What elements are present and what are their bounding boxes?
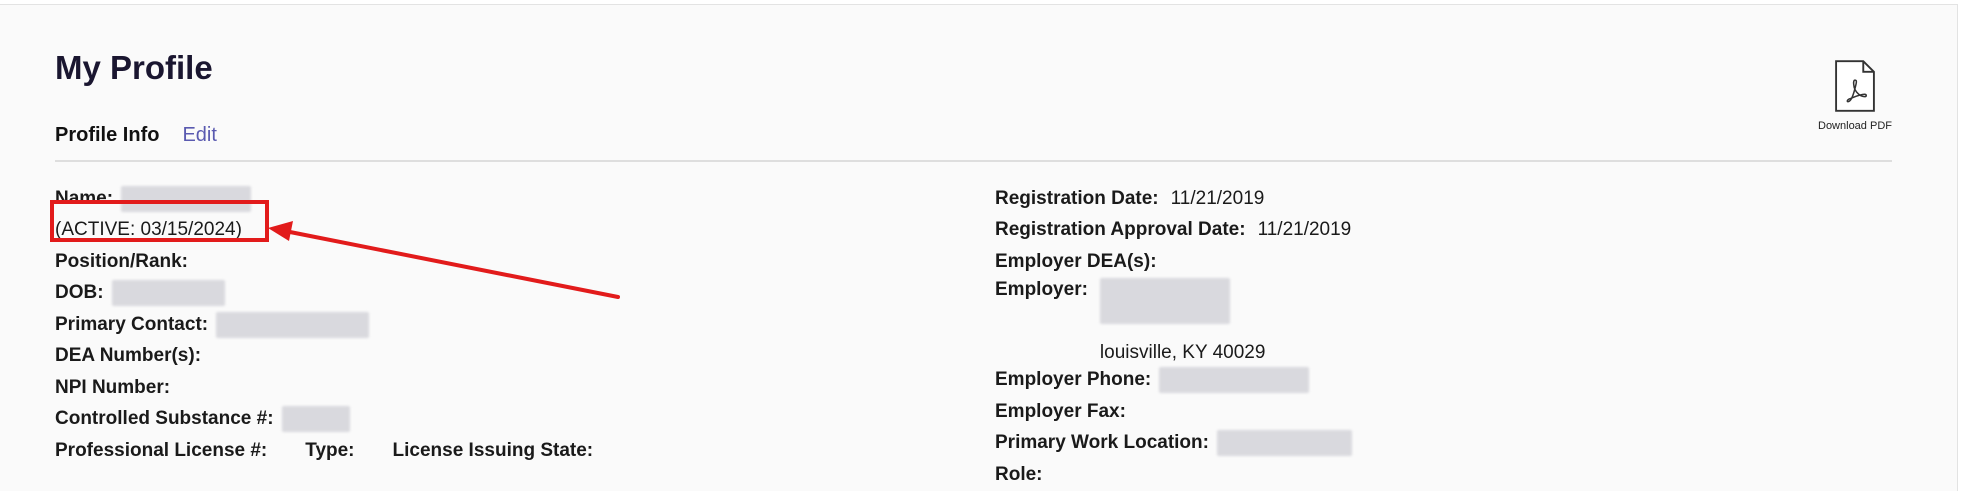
controlled-substance-label: Controlled Substance #: — [55, 408, 274, 430]
registration-date-value: 11/21/2019 — [1170, 187, 1265, 209]
annotation-highlight-box — [50, 200, 269, 242]
controlled-substance-redacted — [281, 406, 350, 433]
position-row: Position/Rank: — [55, 246, 593, 278]
approval-date-label: Registration Approval Date: — [995, 219, 1246, 241]
employer-dea-row: Employer DEA(s): — [995, 246, 1352, 278]
divider — [55, 160, 1892, 162]
primary-work-label: Primary Work Location: — [995, 432, 1209, 454]
dea-label: DEA Number(s): — [55, 345, 202, 367]
position-label: Position/Rank: — [55, 250, 189, 272]
primary-work-redacted — [1216, 430, 1352, 457]
download-pdf-button[interactable]: Download PDF — [1805, 60, 1905, 132]
edit-link[interactable]: Edit — [182, 124, 216, 147]
dob-row: DOB: — [55, 278, 593, 310]
employer-dea-label: Employer DEA(s): — [995, 250, 1157, 272]
primary-work-row: Primary Work Location: — [995, 428, 1352, 460]
license-row: Professional License #: Type: License Is… — [55, 435, 593, 467]
primary-contact-redacted — [216, 311, 370, 338]
role-row: Role: — [995, 459, 1352, 491]
right-column: Registration Date: 11/21/2019 Registrati… — [995, 183, 1352, 491]
issuing-state-label: License Issuing State: — [392, 439, 594, 461]
employer-row: Employer: louisville, KY 40029 — [995, 277, 1352, 365]
approval-date-row: Registration Approval Date: 11/21/2019 — [995, 215, 1352, 247]
employer-city: louisville, KY 40029 — [1099, 341, 1266, 363]
license-type-label: Type: — [305, 439, 355, 461]
employer-label: Employer: — [995, 278, 1088, 300]
page-title: My Profile — [55, 49, 213, 86]
controlled-substance-row: Controlled Substance #: — [55, 404, 593, 436]
approval-date-value: 11/21/2019 — [1257, 219, 1352, 241]
primary-contact-row: Primary Contact: — [55, 309, 593, 341]
employer-fax-row: Employer Fax: — [995, 396, 1352, 428]
license-label: Professional License #: — [55, 439, 268, 461]
npi-label: NPI Number: — [55, 376, 171, 398]
employer-fax-label: Employer Fax: — [995, 400, 1126, 422]
employer-phone-redacted — [1159, 367, 1310, 394]
employer-value: louisville, KY 40029 — [1099, 277, 1266, 365]
dob-label: DOB: — [55, 282, 104, 304]
pdf-file-icon — [1835, 60, 1875, 112]
dea-row: DEA Number(s): — [55, 341, 593, 373]
role-label: Role: — [995, 463, 1043, 485]
employer-phone-row: Employer Phone: — [995, 365, 1352, 397]
primary-contact-label: Primary Contact: — [55, 313, 209, 335]
npi-row: NPI Number: — [55, 372, 593, 404]
dob-value-redacted — [111, 280, 225, 307]
registration-date-label: Registration Date: — [995, 187, 1159, 209]
registration-date-row: Registration Date: 11/21/2019 — [995, 183, 1352, 215]
employer-name-redacted — [1099, 277, 1230, 324]
download-pdf-label: Download PDF — [1818, 120, 1892, 132]
employer-phone-label: Employer Phone: — [995, 369, 1152, 391]
profile-panel: My Profile Download PDF Profile Info Edi… — [0, 4, 1958, 491]
section-header: Profile Info Edit — [55, 124, 217, 147]
profile-info-title: Profile Info — [55, 124, 160, 146]
